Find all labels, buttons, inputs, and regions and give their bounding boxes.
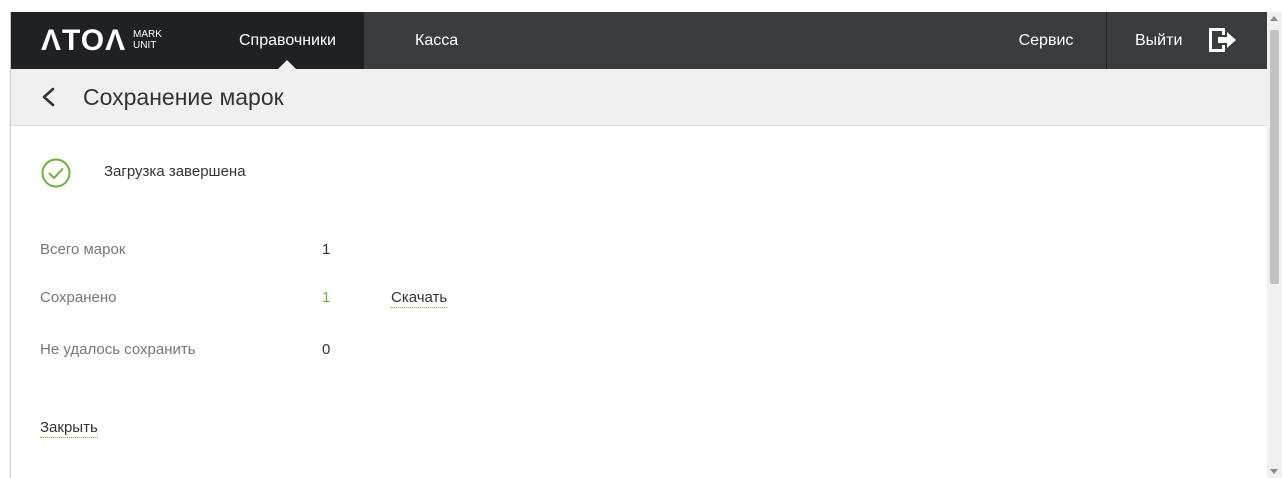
logo-text: ΛTOΛ	[41, 24, 127, 57]
active-caret-icon	[278, 60, 297, 69]
total-marks-value: 1	[322, 241, 331, 258]
logo[interactable]: ΛTOΛ MARK UNIT	[11, 12, 211, 69]
download-link[interactable]: Скачать	[391, 289, 448, 308]
nav-item-directories[interactable]: Справочники	[211, 12, 364, 69]
scroll-down-arrow-icon[interactable]	[1270, 469, 1278, 474]
page-header: Сохранение марок	[11, 69, 1267, 126]
total-marks-label: Всего марок	[40, 241, 126, 258]
saved-label: Сохранено	[40, 289, 117, 306]
scrollbar-thumb[interactable]	[1270, 30, 1279, 284]
close-link[interactable]: Закрыть	[40, 419, 98, 438]
saved-value: 1	[322, 289, 331, 306]
nav-item-directories-label: Справочники	[239, 32, 336, 49]
scroll-up-arrow-icon[interactable]	[1270, 16, 1278, 21]
failed-label: Не удалось сохранить	[40, 341, 196, 358]
logout-label: Выйти	[1135, 32, 1183, 49]
logo-subtext-line2: UNIT	[133, 40, 157, 51]
status-text: Загрузка завершена	[104, 163, 246, 180]
nav-item-service[interactable]: Сервис	[986, 12, 1106, 69]
nav-item-service-label: Сервис	[1018, 32, 1074, 49]
logo-subtext-line1: MARK	[133, 29, 162, 40]
back-arrow-icon[interactable]	[39, 86, 59, 108]
top-gap	[0, 0, 1282, 12]
failed-value: 0	[322, 341, 331, 358]
check-circle-icon	[41, 158, 71, 188]
logo-subtext: MARK UNIT	[133, 29, 162, 51]
nav-item-cash-label: Касса	[415, 32, 459, 49]
top-navbar: ΛTOΛ MARK UNIT Справочники Касса Сервис …	[11, 12, 1267, 69]
vertical-scrollbar[interactable]	[1267, 12, 1282, 478]
page-title: Сохранение марок	[83, 84, 284, 110]
logout-icon[interactable]	[1207, 26, 1237, 54]
nav-item-cash[interactable]: Касса	[387, 12, 486, 69]
